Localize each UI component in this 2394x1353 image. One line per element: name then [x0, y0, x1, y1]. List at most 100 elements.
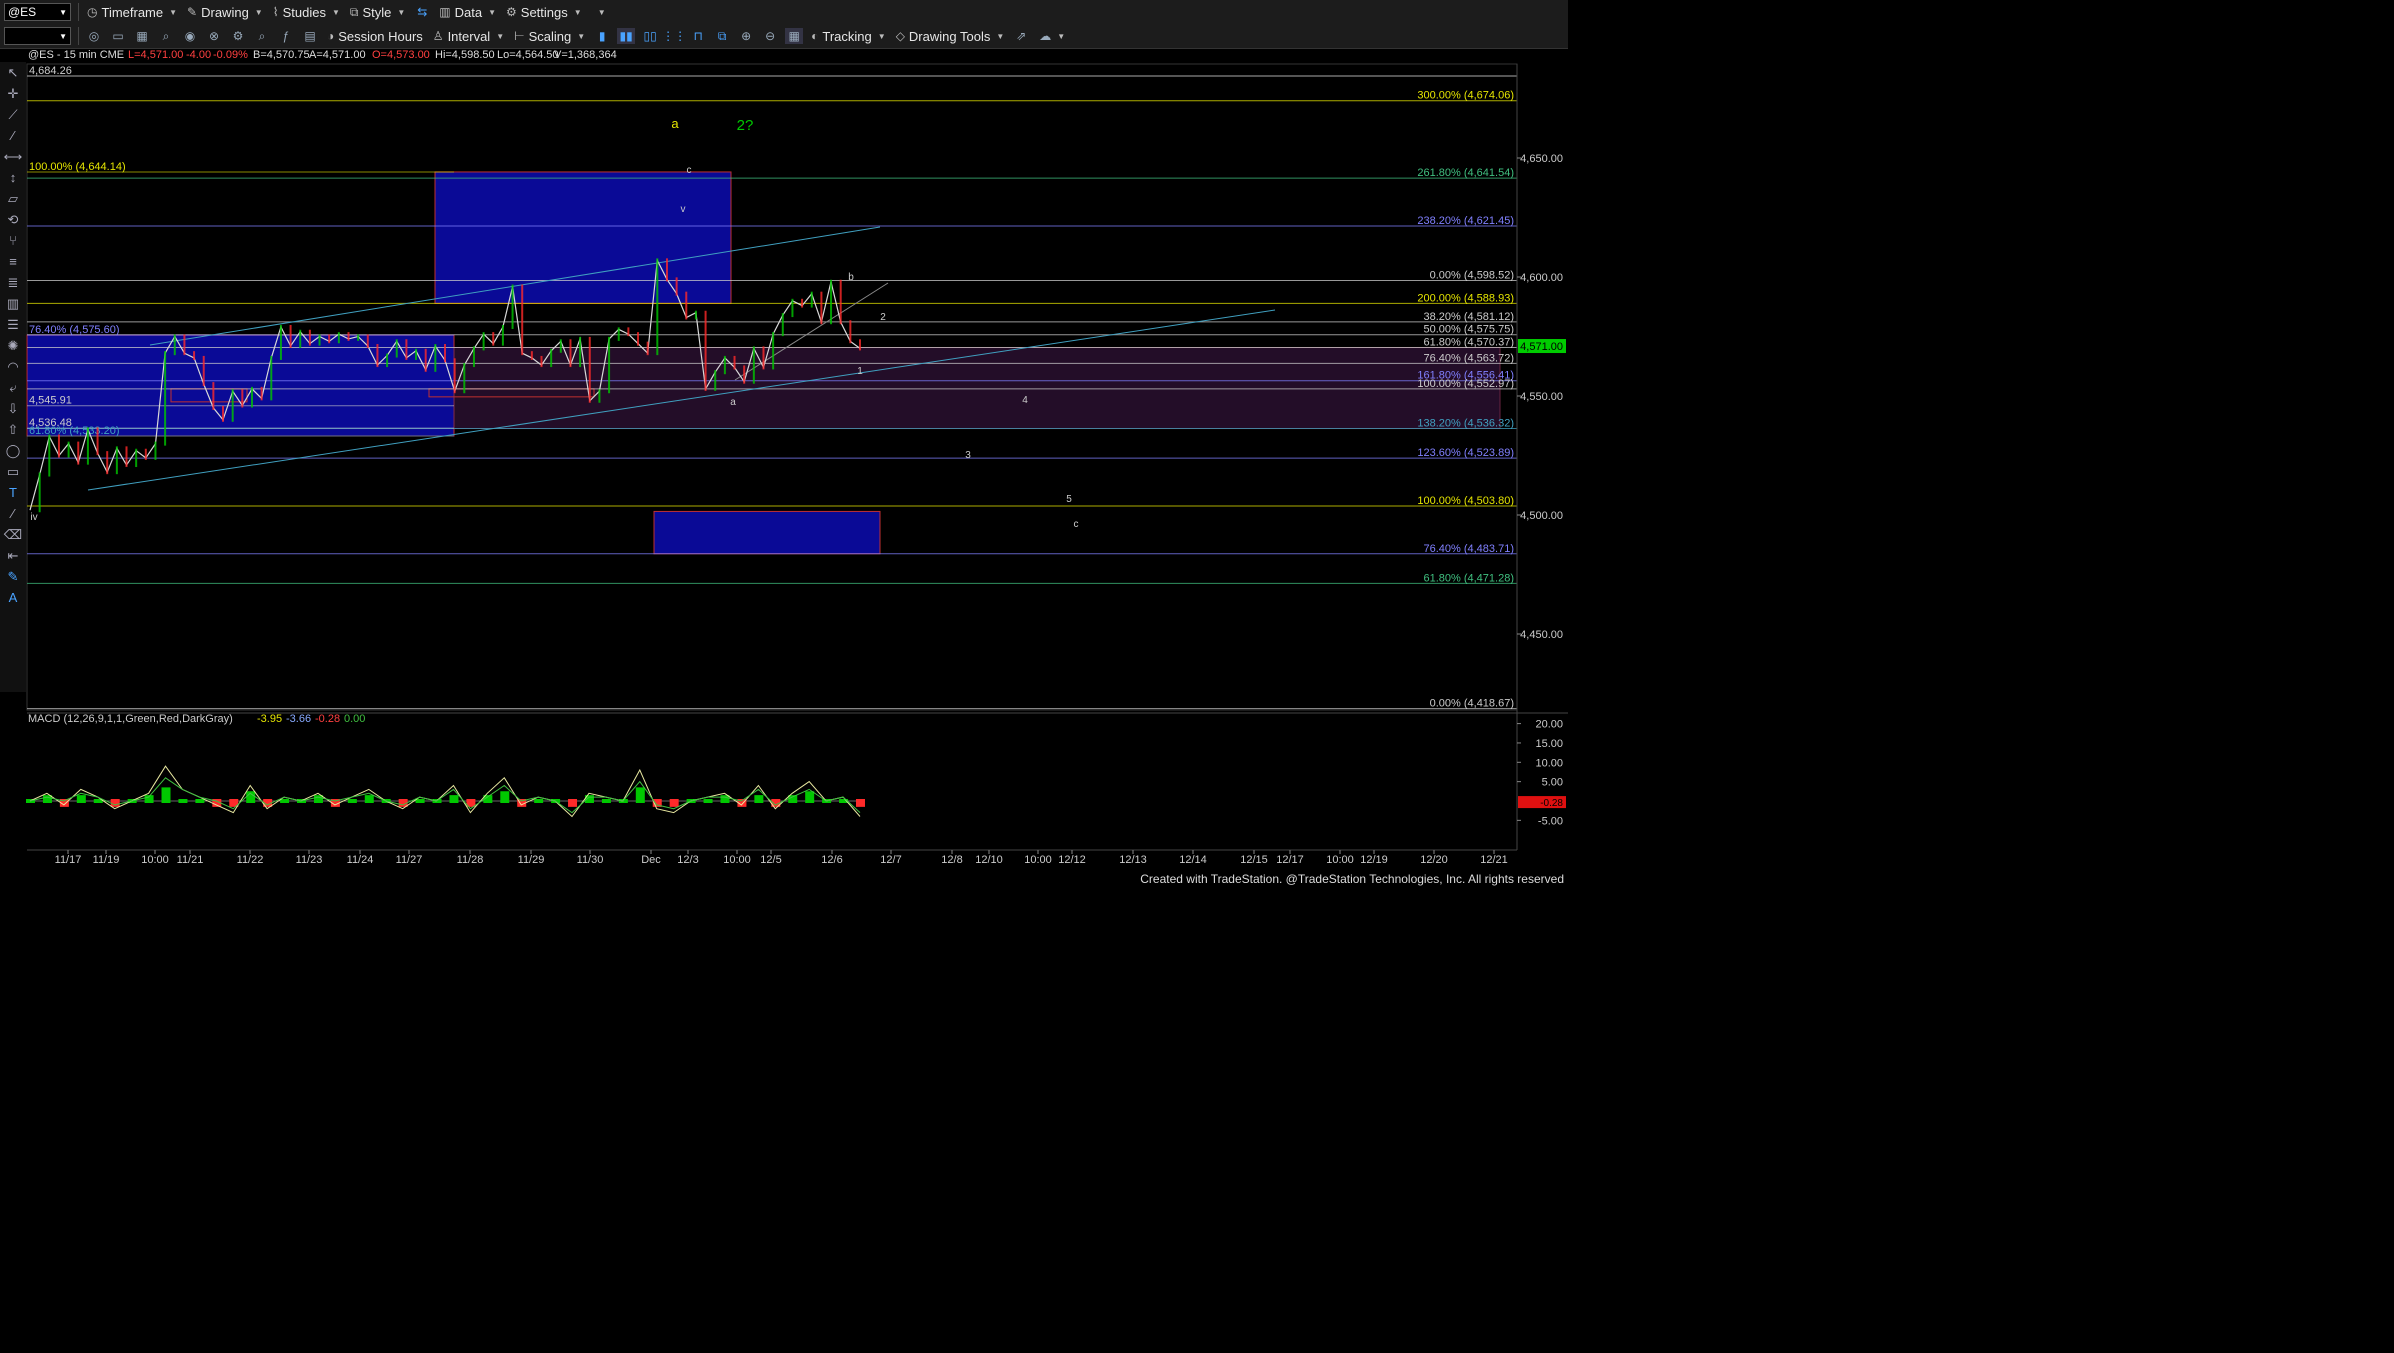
price-tick-label: 4,450.00	[1520, 629, 1563, 641]
fib-level-label: 138.20% (4,536.32)	[1417, 418, 1514, 430]
time-tick-label: 10:00	[723, 854, 751, 866]
price-axis-layer: 4,650.00 4,600.00 4,550.00 4,500.00 4,450.00…	[1516, 64, 1566, 850]
time-tick-label: 12/10	[975, 854, 1003, 866]
fib-level-label: 38.20% (4,581.12)	[1423, 311, 1514, 323]
header-field: B=4,570.75	[253, 49, 310, 61]
macd-histogram-bar	[246, 791, 256, 803]
macd-histogram-bar	[754, 795, 764, 803]
wave-label: 3	[965, 450, 971, 461]
macd-line	[29, 765, 861, 818]
wave-label: 5	[1066, 494, 1072, 505]
macd-value: 0.00	[344, 713, 365, 725]
time-tick-label: 12/19	[1360, 854, 1388, 866]
time-tick-label: 11/28	[457, 854, 484, 866]
time-tick-label: 12/17	[1276, 854, 1304, 866]
time-tick-label: 11/23	[296, 854, 323, 866]
chart-header: @ES - 15 min CME L=4,571.00 -4.00 -0.09% B=4…	[28, 49, 617, 61]
wave-label: 1	[857, 366, 863, 377]
wave-label: c	[1074, 519, 1079, 530]
time-tick-label: 11/27	[396, 854, 423, 866]
fib-level-label: 50.00% (4,575.75)	[1423, 324, 1514, 336]
macd-histogram-bar	[669, 799, 679, 807]
support-zone-right	[453, 347, 1501, 430]
time-tick-label: 12/5	[760, 854, 781, 866]
time-tick-label: 12/14	[1179, 854, 1207, 866]
fib-level-label: 76.40% (4,563.72)	[1423, 352, 1514, 364]
time-tick-label: 10:00	[1326, 854, 1354, 866]
macd-histogram-bar	[161, 787, 171, 803]
left-level-label: 76.40% (4,575.60)	[29, 324, 120, 336]
macd-histogram-bar	[568, 799, 578, 807]
fib-level-label: 76.40% (4,483.71)	[1423, 543, 1514, 555]
time-tick-label: 12/6	[821, 854, 842, 866]
macd-pane: 20.00 15.00 10.00 5.00 -5.00 -0.28 MACD (12,26…	[26, 712, 1568, 827]
macd-histogram-bar	[110, 799, 120, 807]
price-tick-label: 4,500.00	[1520, 510, 1563, 522]
header-field: Lo=4,564.50	[497, 49, 558, 61]
fib-level-label: 200.00% (4,588.93)	[1417, 292, 1514, 304]
macd-histogram-bar	[635, 787, 645, 803]
wave-label: a	[730, 397, 736, 408]
macd-histogram-bar	[347, 799, 357, 803]
macd-tick-label: 15.00	[1535, 738, 1563, 750]
time-tick-label: 12/8	[941, 854, 962, 866]
time-tick-label: 12/12	[1058, 854, 1086, 866]
time-tick-label: 12/7	[880, 854, 901, 866]
time-tick-label: 12/21	[1480, 854, 1508, 866]
fib-level-label: 0.00% (4,418.67)	[1430, 698, 1514, 710]
fib-level-label: 300.00% (4,674.06)	[1417, 90, 1514, 102]
macd-histogram-bar	[534, 799, 544, 803]
time-tick-label: 12/15	[1240, 854, 1268, 866]
header-field: Hi=4,598.50	[435, 49, 495, 61]
time-tick-label: 10:00	[141, 854, 169, 866]
macd-value: -3.95	[257, 713, 282, 725]
macd-histogram-bar	[76, 795, 86, 803]
macd-histogram-bar	[856, 799, 865, 807]
wave-label: c	[687, 165, 692, 176]
time-tick-label: 12/20	[1420, 854, 1448, 866]
wave-label: 2	[880, 312, 886, 323]
macd-value: -3.66	[286, 713, 311, 725]
macd-histogram-bar	[703, 799, 713, 803]
fib-level-label: 100.00% (4,503.80)	[1417, 495, 1514, 507]
zones-layer	[26, 63, 1518, 711]
time-tick-label: 12/3	[677, 854, 698, 866]
header-field: -0.09%	[213, 49, 248, 61]
time-tick-label: 11/29	[518, 854, 545, 866]
fib-level-label: 0.00% (4,598.52)	[1430, 270, 1514, 282]
macd-histogram-bar	[178, 799, 188, 803]
footer-credit: Created with TradeStation. @TradeStation…	[1140, 872, 1564, 886]
left-level-label: 100.00% (4,644.14)	[29, 161, 126, 173]
time-tick-label: 11/21	[177, 854, 204, 866]
fib-level-label: 61.80% (4,570.37)	[1423, 337, 1514, 349]
target-zone-lower	[653, 510, 881, 555]
current-price-label: 4,571.00	[1520, 341, 1563, 353]
time-axis-layer: 11/17 11/19 10:00 11/21 11/22 11/23 11/24 11/27…	[27, 849, 1517, 866]
time-tick-label: 11/30	[577, 854, 604, 866]
left-level-label: 4,545.91	[29, 395, 72, 407]
macd-tick-label: 10.00	[1535, 757, 1563, 769]
time-tick-label: 11/22	[237, 854, 264, 866]
support-zone-left	[26, 334, 455, 437]
price-tick-label: 4,600.00	[1520, 272, 1563, 284]
header-field: O=4,573.00	[372, 49, 430, 61]
macd-tick-label: 20.00	[1535, 719, 1563, 731]
wave-label: 2?	[737, 117, 754, 134]
time-tick-label: 11/17	[55, 854, 82, 866]
macd-current-label: -0.28	[1540, 798, 1563, 809]
wave-label: b	[848, 272, 854, 283]
chart-canvas[interactable]: 300.00% (4,674.06) 261.80% (4,641.54) 2 38.…	[0, 0, 1568, 886]
time-tick-label: Dec	[641, 854, 661, 866]
left-level-label: 61.80% (4,533.20)	[29, 425, 120, 437]
macd-value: -0.28	[315, 713, 340, 725]
fib-level-label: 123.60% (4,523.89)	[1417, 447, 1514, 459]
time-tick-label: 11/24	[347, 854, 374, 866]
header-field: @ES - 15 min CME	[28, 49, 124, 61]
header-field: A=4,571.00	[309, 49, 366, 61]
macd-histogram-bar	[364, 795, 374, 803]
wave-label: v	[681, 204, 686, 215]
time-tick-label: 12/13	[1119, 854, 1147, 866]
macd-histogram-bar	[601, 799, 611, 803]
fib-level-label: 261.80% (4,641.54)	[1417, 167, 1514, 179]
header-field: -4.00	[186, 49, 211, 61]
